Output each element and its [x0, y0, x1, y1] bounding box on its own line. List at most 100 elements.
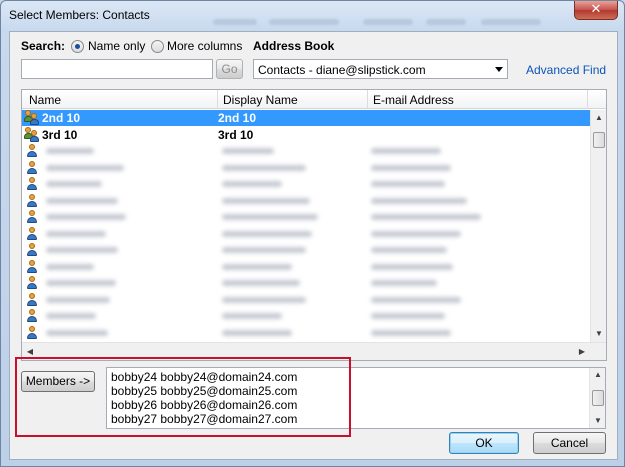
table-row[interactable]	[22, 242, 590, 258]
cell-display: 3rd 10	[218, 127, 254, 142]
redacted-text	[371, 313, 445, 319]
redacted-text	[222, 197, 310, 204]
person-icon	[26, 193, 38, 208]
scroll-left-icon[interactable]: ◀	[22, 343, 38, 360]
window-title: Select Members: Contacts	[9, 8, 150, 22]
member-entry: bobby24 bobby24@domain24.com	[111, 370, 298, 384]
redacted-text	[222, 247, 306, 253]
redacted-text	[46, 197, 118, 204]
scrollbar-thumb[interactable]	[593, 132, 605, 148]
contact-list[interactable]: Name Display Name E-mail Address 2nd 10 2…	[21, 89, 607, 361]
scroll-down-icon[interactable]: ▼	[591, 326, 606, 342]
person-icon	[26, 259, 38, 274]
redacted-text	[222, 164, 306, 171]
cancel-button[interactable]: Cancel	[533, 432, 606, 454]
redacted-text	[46, 296, 110, 303]
redacted-text	[46, 181, 102, 187]
redacted-text	[46, 148, 94, 154]
group-icon	[24, 110, 40, 125]
redacted-text	[371, 247, 447, 253]
list-rows: 2nd 10 2nd 10 3rd 10 3rd 10	[22, 110, 590, 342]
table-row[interactable]	[22, 308, 590, 324]
member-entry: bobby25 bobby25@domain25.com	[111, 384, 298, 398]
ok-button[interactable]: OK	[449, 432, 519, 454]
column-header-email[interactable]: E-mail Address	[373, 93, 454, 107]
radio-name-only[interactable]	[71, 40, 84, 53]
table-row[interactable]	[22, 292, 590, 308]
address-book-select[interactable]: Contacts - diane@slipstick.com	[253, 59, 508, 79]
person-icon	[26, 309, 38, 323]
redacted-text	[371, 296, 461, 303]
column-divider[interactable]	[367, 90, 368, 109]
redacted-text	[222, 214, 318, 220]
redacted-text	[371, 148, 441, 154]
radio-name-only-label[interactable]: Name only	[88, 39, 145, 53]
table-row[interactable]: 2nd 10 2nd 10	[22, 110, 590, 126]
title-bar-background-blur	[213, 19, 257, 25]
person-icon	[26, 177, 38, 191]
table-row[interactable]	[22, 193, 590, 209]
table-row[interactable]: 3rd 10 3rd 10	[22, 126, 590, 143]
advanced-find-link[interactable]: Advanced Find	[526, 63, 606, 77]
scroll-up-icon[interactable]: ▲	[590, 368, 606, 382]
redacted-text	[46, 329, 108, 336]
redacted-text	[371, 329, 451, 336]
cell-name: 3rd 10	[42, 127, 78, 142]
redacted-text	[222, 230, 312, 237]
address-book-selected: Contacts - diane@slipstick.com	[258, 63, 426, 77]
person-icon	[26, 144, 38, 158]
column-header-name[interactable]: Name	[29, 93, 61, 107]
column-divider[interactable]	[217, 90, 218, 109]
close-button[interactable]: ✕	[574, 1, 618, 20]
redacted-text	[46, 230, 106, 237]
redacted-text	[371, 263, 453, 270]
person-icon	[26, 160, 38, 175]
table-row[interactable]	[22, 259, 590, 275]
title-bar-background-blur	[481, 19, 541, 25]
column-divider[interactable]	[587, 90, 588, 109]
redacted-text	[371, 197, 467, 204]
scrollbar-thumb[interactable]	[592, 390, 604, 406]
go-button[interactable]: Go	[216, 59, 243, 79]
title-bar-background-blur	[269, 19, 339, 25]
redacted-text	[371, 280, 437, 286]
scroll-down-icon[interactable]: ▼	[590, 414, 606, 428]
vertical-scrollbar[interactable]: ▲ ▼	[590, 110, 606, 342]
redacted-text	[222, 280, 300, 286]
scroll-up-icon[interactable]: ▲	[591, 110, 606, 126]
title-bar-background-blur	[363, 19, 413, 25]
members-button[interactable]: Members ->	[21, 371, 95, 392]
redacted-text	[46, 263, 94, 270]
redacted-text	[46, 280, 116, 286]
person-icon	[26, 226, 38, 241]
dialog-window: Select Members: Contacts ✕ Search: Name …	[0, 0, 625, 467]
title-bar[interactable]: Select Members: Contacts ✕	[1, 1, 624, 31]
search-input[interactable]	[21, 59, 213, 79]
person-icon	[26, 276, 38, 290]
list-header: Name Display Name E-mail Address	[22, 90, 606, 109]
radio-more-columns[interactable]	[151, 40, 164, 53]
table-row[interactable]	[22, 176, 590, 192]
table-row[interactable]	[22, 209, 590, 225]
group-icon	[24, 126, 40, 142]
redacted-text	[222, 296, 306, 303]
member-entry: bobby26 bobby26@domain26.com	[111, 398, 298, 412]
table-row[interactable]	[22, 325, 590, 341]
chevron-down-icon	[495, 67, 503, 72]
column-header-display-name[interactable]: Display Name	[223, 93, 298, 107]
table-row[interactable]	[22, 275, 590, 291]
table-row[interactable]	[22, 143, 590, 159]
member-entry: bobby27 bobby27@domain27.com	[111, 412, 298, 426]
scroll-right-icon[interactable]: ▶	[574, 343, 590, 360]
horizontal-scrollbar[interactable]: ◀ ▶	[22, 342, 606, 360]
redacted-text	[371, 214, 481, 220]
members-scrollbar[interactable]: ▲ ▼	[589, 368, 605, 428]
radio-more-columns-label[interactable]: More columns	[167, 39, 242, 53]
search-label: Search:	[21, 39, 66, 53]
table-row[interactable]	[22, 226, 590, 242]
members-field[interactable]: bobby24 bobby24@domain24.com bobby25 bobb…	[106, 367, 606, 429]
person-icon	[26, 210, 38, 224]
table-row[interactable]	[22, 160, 590, 176]
redacted-text	[46, 164, 124, 171]
redacted-text	[371, 230, 461, 237]
